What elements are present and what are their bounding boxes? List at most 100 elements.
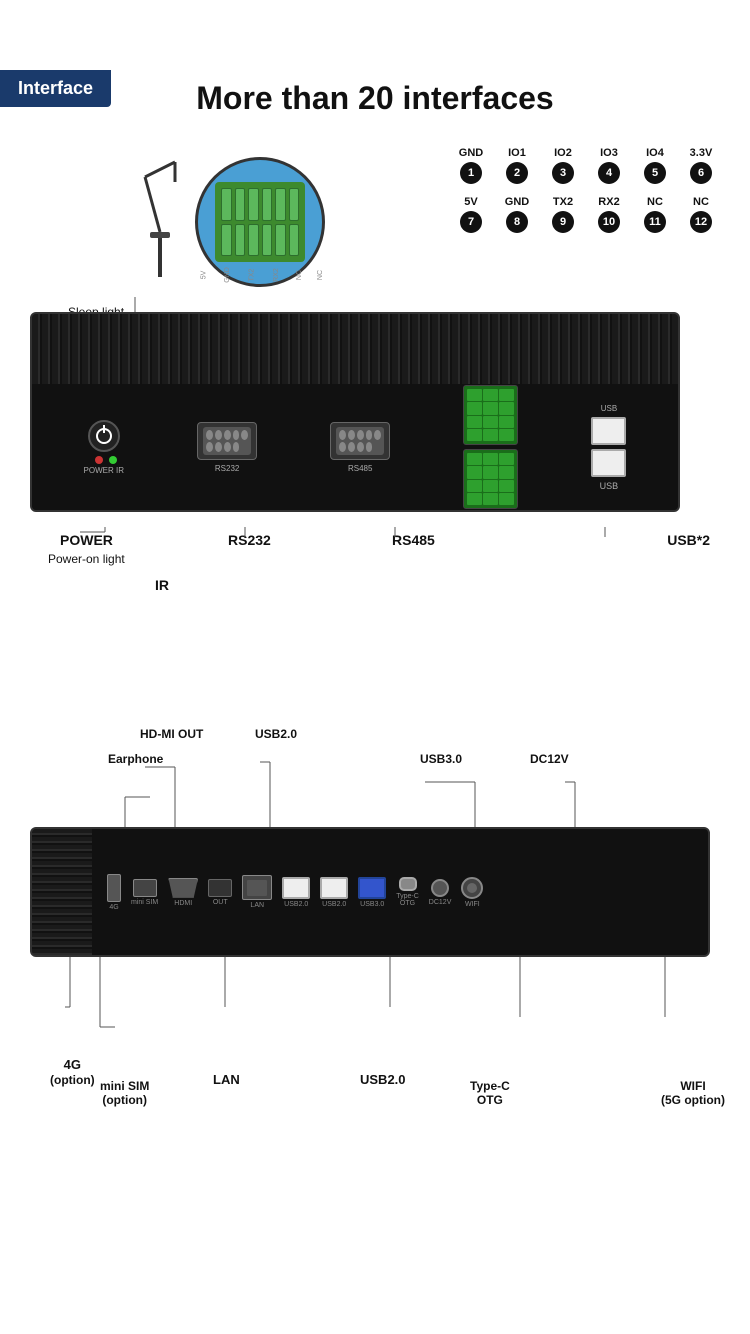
db9-pin <box>215 430 222 440</box>
power-on-label: Power-on light <box>48 552 125 566</box>
t-pin <box>499 453 514 465</box>
t-pin <box>467 493 482 505</box>
device-front-2: 4G mini SIM HDMI OUT LAN <box>92 829 708 955</box>
power-port-label: POWER IR <box>84 466 124 475</box>
usb-group: USB USB <box>591 404 626 491</box>
gpio-pin <box>289 188 300 221</box>
t-pin <box>483 416 498 428</box>
db9-pin <box>357 442 364 452</box>
power-button <box>88 420 120 452</box>
terminal-block-bottom <box>463 449 518 509</box>
gpio-label-tx2: TX2 <box>553 196 573 208</box>
gpio-num-5: 5 <box>644 162 666 184</box>
db9-pin <box>233 430 240 440</box>
out-label: OUT <box>213 899 228 906</box>
gpio-row-1: GND 1 IO1 2 IO2 3 IO3 4 IO4 5 3.3V 6 <box>452 147 720 184</box>
usb-bottom-label: USB <box>600 481 619 491</box>
wifi-label: WIFI <box>465 901 480 908</box>
typec-bottom-label: Type-COTG <box>470 1079 510 1107</box>
ir-label: IR <box>155 577 169 593</box>
usb20-port-1 <box>282 877 310 899</box>
gpio-num-12: 12 <box>690 211 712 233</box>
t-pin <box>483 453 498 465</box>
power-label: POWER <box>60 532 113 548</box>
rs232-label: RS232 <box>228 532 271 548</box>
gpio-label-io1: IO1 <box>508 147 526 159</box>
heatsink-top <box>32 314 678 384</box>
gpio-item-io4: IO4 5 <box>636 147 674 184</box>
4g-slot <box>107 874 121 902</box>
t-pin <box>483 429 498 441</box>
usb20-2-area: USB2.0 <box>320 877 348 908</box>
typec-label: Type-COTG <box>396 893 419 907</box>
gpio-num-1: 1 <box>460 162 482 184</box>
minisim-slot <box>133 879 157 897</box>
usb30-port <box>358 877 386 899</box>
t-pin <box>499 480 514 492</box>
gpio-label-io2: IO2 <box>554 147 572 159</box>
usb30-label-top: USB3.0 <box>420 752 462 766</box>
gpio-item-io3: IO3 4 <box>590 147 628 184</box>
gpio-item-nc2: NC 12 <box>682 196 720 233</box>
dc12v-label-top: DC12V <box>530 752 569 766</box>
gpio-pin <box>221 188 232 221</box>
gpio-label-nc2: NC <box>693 196 709 208</box>
lan-port <box>242 875 272 900</box>
usb30-label: USB3.0 <box>360 901 384 908</box>
gpio-vert-labels: 5V GND TX2 RX2 NC NC <box>203 245 329 275</box>
rs232-port-label: RS232 <box>215 464 239 473</box>
4g-slot-label: 4G <box>109 904 118 911</box>
t-pin <box>483 466 498 478</box>
gpio-num-2: 2 <box>506 162 528 184</box>
connector-lines-bottom-top <box>30 717 730 832</box>
gpio-num-3: 3 <box>552 162 574 184</box>
out-area: OUT <box>208 879 232 906</box>
gpio-label-33v: 3.3V <box>690 147 713 159</box>
top-device-box: POWER IR RS2 <box>30 312 680 512</box>
gpio-row-2: 5V 7 GND 8 TX2 9 RX2 10 NC 11 NC 12 <box>452 196 720 233</box>
usb20-1-area: USB2.0 <box>282 877 310 908</box>
gpio-label-5v: 5V <box>464 196 477 208</box>
usb2-label: USB*2 <box>667 532 710 548</box>
minisim-area: mini SIM <box>131 879 158 906</box>
minisim-label: mini SIM <box>131 899 158 906</box>
gpio-num-7: 7 <box>460 211 482 233</box>
usb20-top-label: USB2.0 <box>255 727 297 741</box>
db9-inner-2 <box>336 427 384 455</box>
usb20-bottom-label: USB2.0 <box>360 1072 406 1087</box>
gpio-num-11: 11 <box>644 211 666 233</box>
db9-pin <box>366 442 373 452</box>
dc12v-label: DC12V <box>429 899 452 906</box>
t-pin <box>483 389 498 401</box>
t-pin <box>467 480 482 492</box>
db9-pin <box>206 442 213 452</box>
gpio-num-10: 10 <box>598 211 620 233</box>
dc12v-port <box>431 879 449 897</box>
t-pin <box>483 493 498 505</box>
dc12v-area: DC12V <box>429 879 452 906</box>
gpio-item-io2: IO2 3 <box>544 147 582 184</box>
hdmi-area: HDMI <box>168 878 198 907</box>
typec-area: Type-COTG <box>396 877 419 907</box>
terminal-blocks <box>463 385 518 509</box>
header-badge: Interface <box>0 70 111 107</box>
power-on-indicator <box>109 456 117 464</box>
terminal-block-top <box>463 385 518 445</box>
antenna-icon <box>140 157 180 277</box>
power-icon <box>96 428 112 444</box>
wifi-area: WIFI <box>461 877 483 908</box>
usb-port-2 <box>591 449 626 477</box>
bottom-device-box: 4G mini SIM HDMI OUT LAN <box>30 827 710 957</box>
wifi-inner <box>467 883 477 893</box>
rs485-port <box>330 422 390 460</box>
gpio-pin <box>235 188 246 221</box>
gpio-label-gnd: GND <box>459 147 483 159</box>
lan-inner <box>247 880 267 896</box>
db9-pin <box>224 442 231 452</box>
t-pin <box>499 416 514 428</box>
device-front: POWER IR RS2 <box>32 384 678 510</box>
earphone-label-top: Earphone <box>108 752 163 766</box>
t-pin <box>467 466 482 478</box>
t-pin <box>467 416 482 428</box>
rs232-area: RS232 <box>197 422 257 473</box>
